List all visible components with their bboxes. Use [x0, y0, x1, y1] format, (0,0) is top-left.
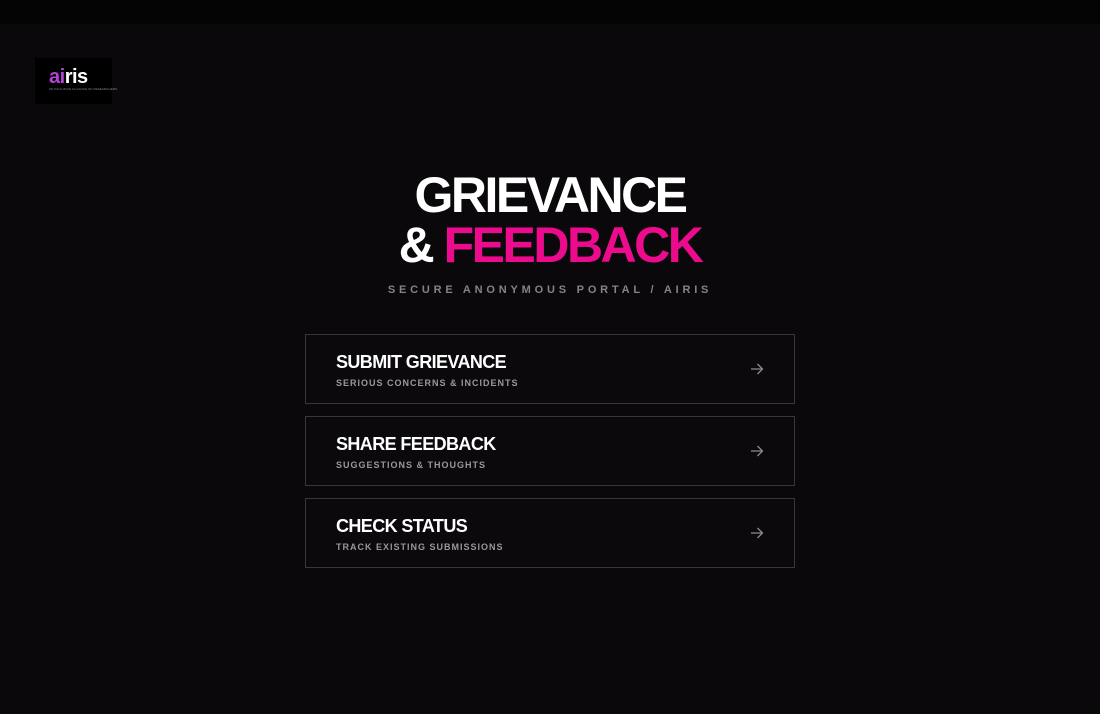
top-bar: [0, 0, 1100, 24]
action-menu: SUBMIT GRIEVANCE SERIOUS CONCERNS & INCI…: [305, 334, 795, 580]
card-title: SUBMIT GRIEVANCE: [336, 352, 507, 372]
arrow-right-icon: [751, 445, 764, 457]
page-title-line2: & FEEDBACK: [0, 220, 1100, 270]
arrow-right-icon: [751, 363, 764, 375]
page: airis AN INCLUSIVE ALLIANCE OF RESEARCHE…: [0, 0, 1100, 714]
card-subtitle: SERIOUS CONCERNS & INCIDENTS: [336, 378, 519, 388]
hero: GRIEVANCE & FEEDBACK SECURE ANONYMOUS PO…: [0, 170, 1100, 296]
submit-grievance-button[interactable]: SUBMIT GRIEVANCE SERIOUS CONCERNS & INCI…: [305, 334, 795, 404]
logo-ai: ai: [49, 66, 65, 88]
page-title-line1: GRIEVANCE: [414, 167, 688, 223]
title-accent: FEEDBACK: [443, 217, 704, 273]
card-title: SHARE FEEDBACK: [336, 434, 496, 454]
logo-ris: ris: [64, 66, 88, 88]
card-subtitle: SUGGESTIONS & THOUGHTS: [336, 460, 487, 470]
check-status-button[interactable]: CHECK STATUS TRACK EXISTING SUBMISSIONS: [305, 498, 795, 568]
card-subtitle: TRACK EXISTING SUBMISSIONS: [336, 542, 504, 552]
share-feedback-button[interactable]: SHARE FEEDBACK SUGGESTIONS & THOUGHTS: [305, 416, 795, 486]
logo-wordmark: airis: [49, 67, 88, 87]
card-title: CHECK STATUS: [336, 516, 468, 536]
airis-logo[interactable]: airis AN INCLUSIVE ALLIANCE OF RESEARCHE…: [35, 58, 117, 104]
arrow-right-icon: [751, 527, 764, 539]
logo-tagline: AN INCLUSIVE ALLIANCE OF RESEARCHERS: [49, 87, 118, 91]
page-subtitle: SECURE ANONYMOUS PORTAL / AIRIS: [387, 284, 713, 296]
title-ampersand: &: [398, 217, 444, 273]
